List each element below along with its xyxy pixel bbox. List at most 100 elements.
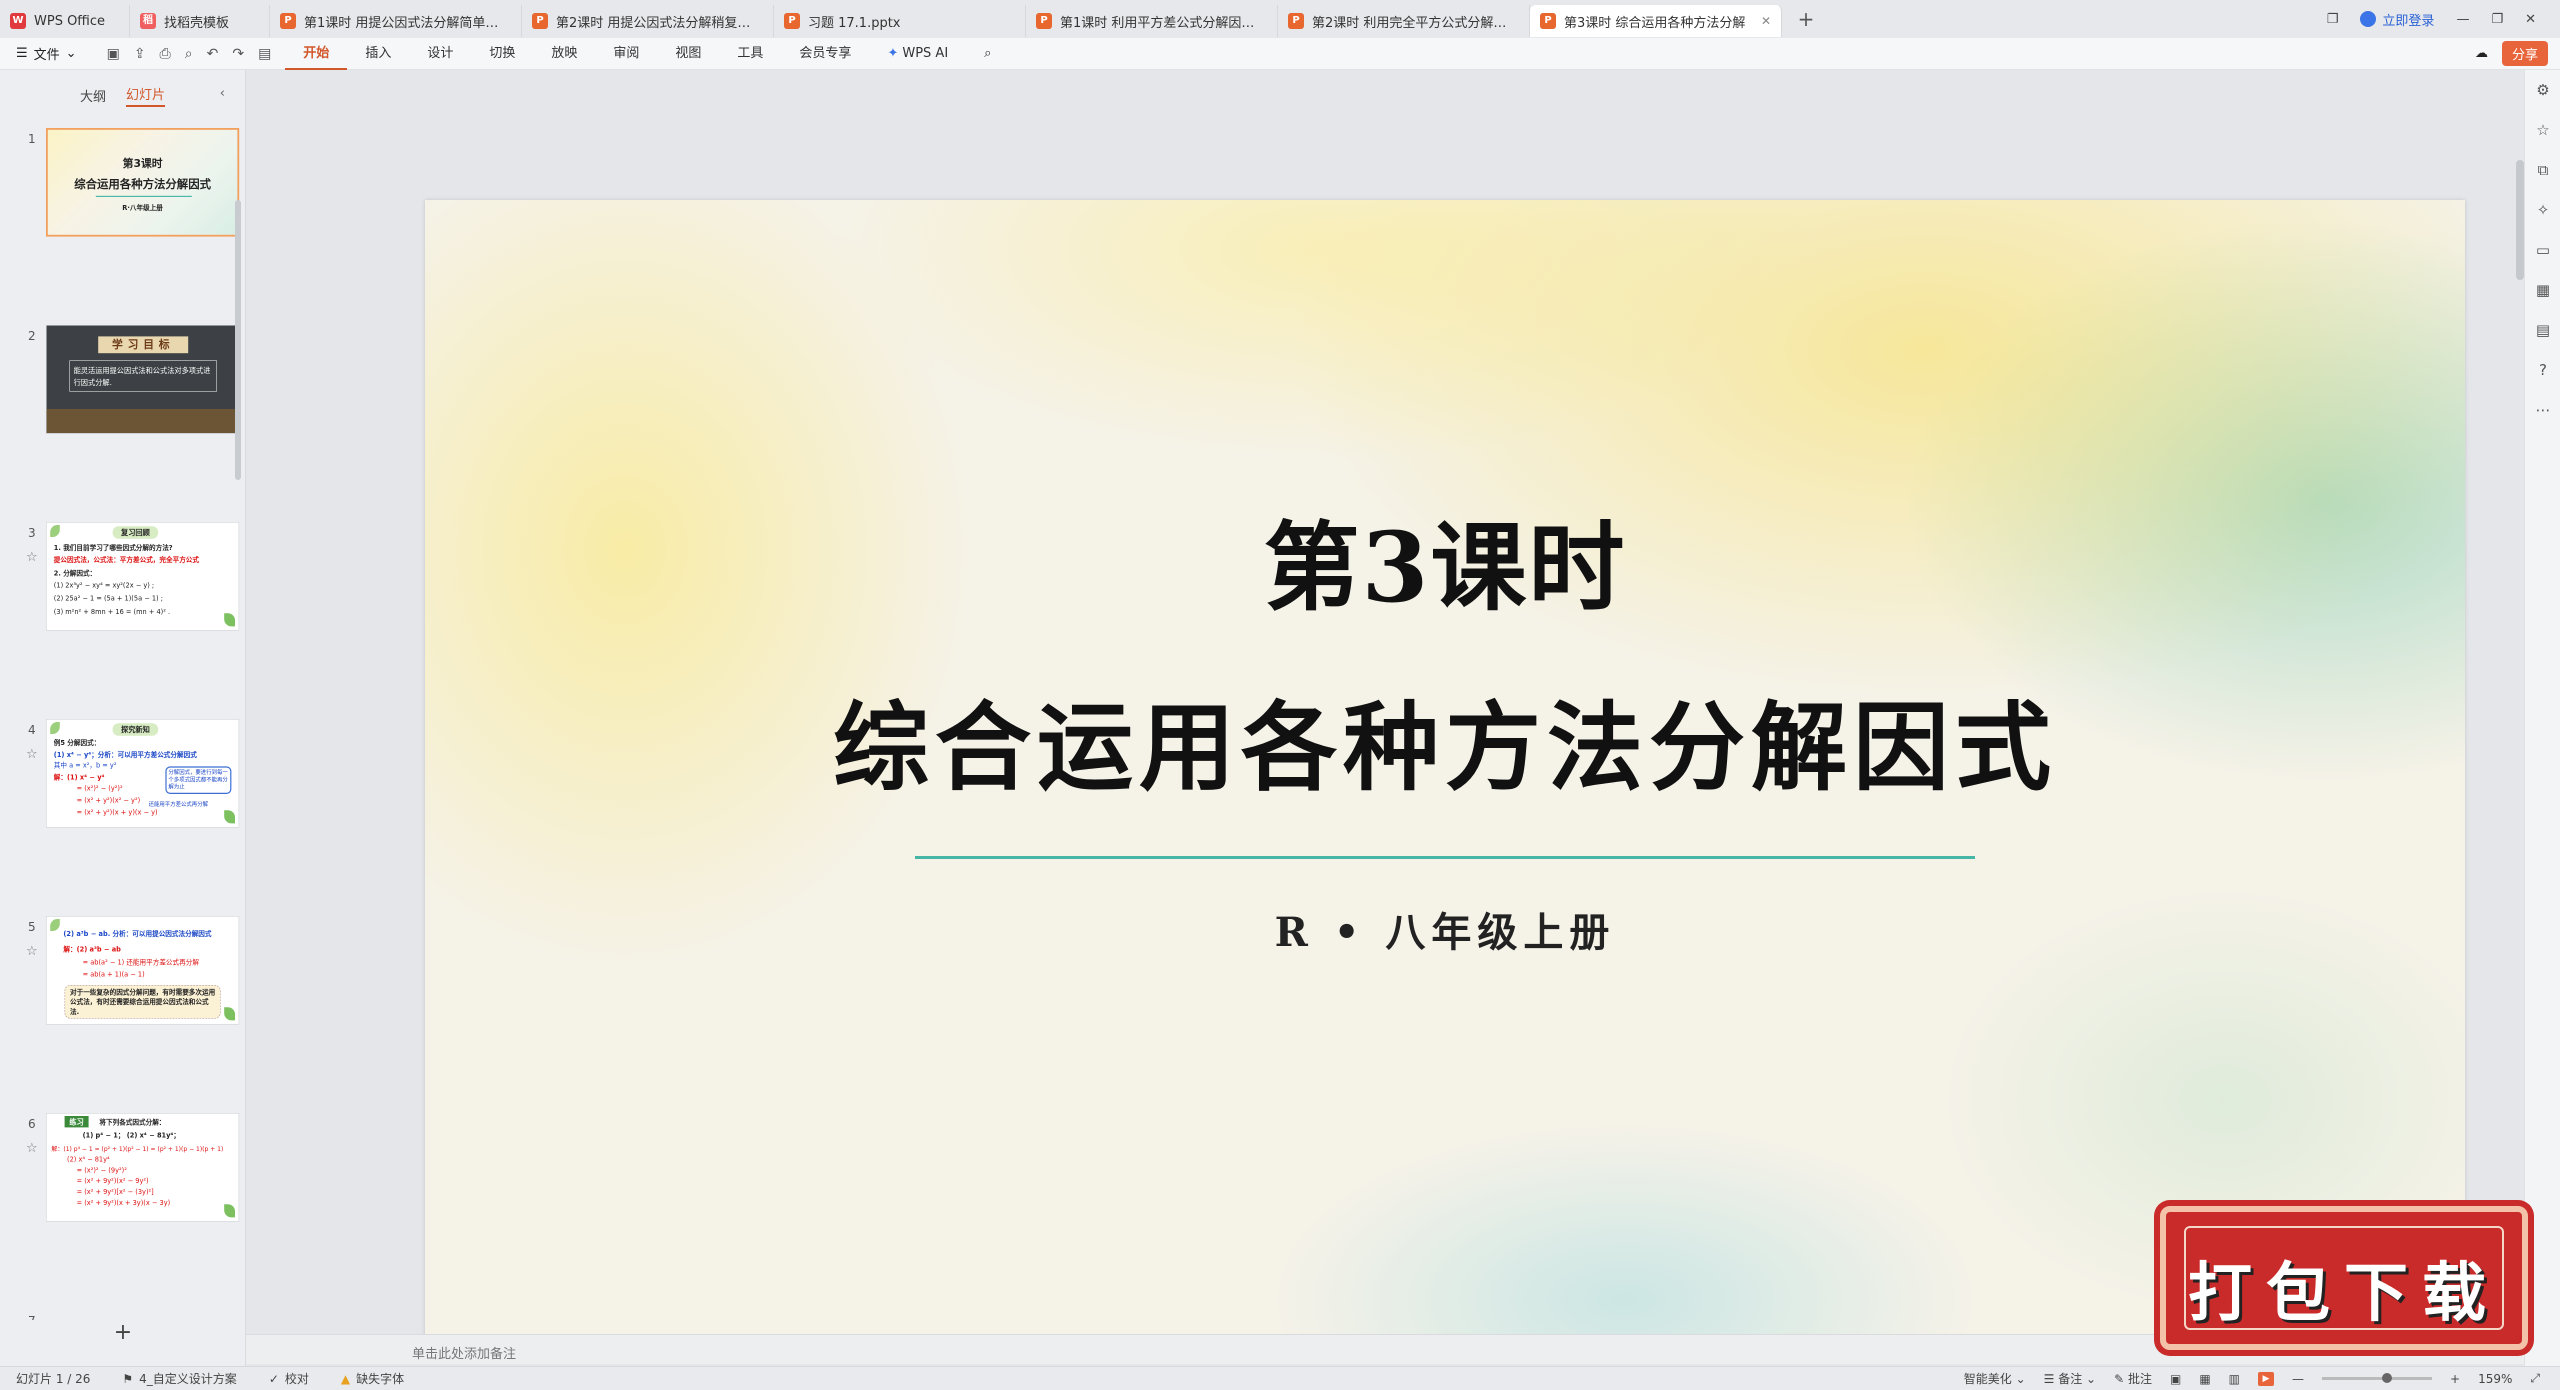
tab-document[interactable]: P 第2课时 利用完全平方公式分解因式.p (1278, 5, 1530, 37)
undo-icon[interactable]: ↶ (207, 46, 219, 62)
book-icon[interactable]: ▤ (2525, 310, 2560, 350)
menu-review[interactable]: 审阅 (595, 38, 657, 70)
tab-template[interactable]: 稻 找稻壳模板 (130, 5, 270, 37)
star-icon[interactable]: ☆ (26, 550, 38, 565)
download-badge[interactable]: 打包下载 (2160, 1206, 2528, 1350)
window-icon[interactable]: ❐ (2327, 12, 2339, 27)
close-window-icon[interactable]: ✕ (2525, 12, 2536, 27)
add-slide-button[interactable]: + (0, 1320, 246, 1345)
search-icon[interactable]: ⌕ (966, 38, 1009, 70)
slide-thumbnail[interactable]: 探究新知 例5 分解因式： (1) x⁴ − y⁴；分析：可以用平方差公式分解因… (46, 719, 240, 828)
maximize-icon[interactable]: ❐ (2491, 12, 2503, 27)
thumbnail-scrollbar[interactable] (235, 200, 241, 480)
reading-view-icon[interactable]: ▥ (2229, 1372, 2240, 1386)
theme-name[interactable]: ⚑ 4_自定义设计方案 (106, 1370, 252, 1387)
canvas-scrollbar[interactable] (2516, 160, 2524, 280)
smart-beautify-button[interactable]: 智能美化 ⌄ (1964, 1370, 2026, 1387)
tab-bar: W WPS Office 稻 找稻壳模板 P 第1课时 用提公因式法分解简单的因… (0, 0, 2560, 38)
tab-document[interactable]: P 第2课时 用提公因式法分解稍复杂的因式 (522, 5, 774, 37)
share-button[interactable]: 分享 (2501, 41, 2548, 66)
print-icon[interactable]: ⎙ (160, 46, 171, 62)
menu-insert[interactable]: 插入 (347, 38, 409, 70)
tab-document-active[interactable]: P 第3课时 综合运用各种方法分解 ✕ (1530, 5, 1782, 37)
shape-icon[interactable]: ▭ (2525, 230, 2560, 270)
save-icon[interactable]: ▣ (107, 46, 120, 62)
settings-icon[interactable]: ⚙ (2525, 70, 2560, 110)
menu-slideshow[interactable]: 放映 (533, 38, 595, 70)
slide-grade[interactable]: R • 八年级上册 (425, 900, 2465, 958)
zoom-knob[interactable] (2382, 1373, 2393, 1383)
menu-transition[interactable]: 切换 (471, 38, 533, 70)
ppt-icon: P (280, 13, 296, 29)
menu-member[interactable]: 会员专享 (781, 38, 869, 70)
proof-button[interactable]: ✓ 校对 (253, 1370, 325, 1387)
menu-tools[interactable]: 工具 (719, 38, 781, 70)
tab-document[interactable]: P 第1课时 用提公因式法分解简单的因式 (270, 5, 522, 37)
format-painter-icon[interactable]: ▤ (258, 46, 271, 62)
slide-thumbnail[interactable]: 第3课时 综合运用各种方法分解因式 R·八年级上册 (46, 128, 240, 237)
login-button[interactable]: 立即登录 (2360, 10, 2434, 29)
slide-count: 幻灯片 1 / 26 (16, 1372, 91, 1386)
zoom-level[interactable]: 159% (2478, 1372, 2512, 1386)
slide-thumbnail[interactable]: 练习 将下列各式因式分解： (1) p⁴ − 1； (2) x⁴ − 81y⁴；… (46, 1113, 240, 1222)
slide-thumbnail[interactable]: 复习回顾 1. 我们目前学习了哪些因式分解的方法? 提公因式法，公式法：平方差公… (46, 522, 240, 631)
slide-thumbnail[interactable]: (2) a³b − ab. 分析：可以用提公因式法分解因式 解：(2) a³b … (46, 916, 240, 1025)
new-tab-button[interactable]: + (1782, 7, 1830, 31)
menu-design[interactable]: 设计 (409, 38, 471, 70)
normal-view-icon[interactable]: ▣ (2170, 1372, 2181, 1386)
slide-divider (915, 856, 1975, 859)
fit-icon[interactable]: ⤢ (2530, 1371, 2540, 1386)
tab-wps-office[interactable]: W WPS Office (0, 5, 130, 37)
comment-button[interactable]: ✎ 批注 (2114, 1370, 2152, 1387)
slide-title[interactable]: 第3课时 (425, 490, 2465, 629)
cloud-icon[interactable]: ☁ (2475, 46, 2488, 61)
play-icon[interactable]: ▶ (2258, 1371, 2275, 1386)
more-icon[interactable]: ⋯ (2525, 390, 2560, 430)
tab-document[interactable]: P 第1课时 利用平方差公式分解因式.pptx (1026, 5, 1278, 37)
preview-icon[interactable]: ⌕ (185, 46, 193, 62)
zoom-out-icon[interactable]: — (2292, 1372, 2304, 1386)
ppt-icon: P (1036, 13, 1052, 29)
redo-icon[interactable]: ↷ (232, 46, 244, 62)
missing-font-button[interactable]: ▲ 缺失字体 (325, 1370, 420, 1387)
zoom-in-icon[interactable]: + (2450, 1372, 2460, 1386)
star-icon[interactable]: ☆ (26, 1141, 38, 1156)
tab-document[interactable]: P 习题 17.1.pptx (774, 5, 1026, 37)
minimize-icon[interactable]: — (2456, 12, 2469, 27)
current-slide[interactable]: 第3课时 综合运用各种方法分解因式 R • 八年级上册 (425, 200, 2465, 1346)
divider (95, 195, 192, 197)
star-icon[interactable]: ☆ (2525, 110, 2560, 150)
thumbnail-row: 4 ☆ 探究新知 例5 分解因式： (1) x⁴ − y⁴；分析：可以用平方差公… (0, 719, 246, 903)
menu-start[interactable]: 开始 (285, 38, 348, 70)
notes-button[interactable]: ☰ 备注 ⌄ (2044, 1370, 2096, 1387)
avatar-icon (2360, 11, 2377, 27)
collapse-panel-icon[interactable]: ‹ (220, 86, 225, 101)
zoom-slider[interactable] (2322, 1373, 2433, 1383)
right-sidebar: ⚙ ☆ ⧉ ✧ ▭ ▦ ▤ ? ⋯ (2524, 70, 2560, 1370)
slide-canvas: 第3课时 综合运用各种方法分解因式 R • 八年级上册 (246, 70, 2524, 1366)
image-icon[interactable]: ▦ (2525, 270, 2560, 310)
ppt-icon: P (1288, 13, 1304, 29)
star-icon[interactable]: ☆ (26, 944, 38, 959)
slide-subtitle[interactable]: 综合运用各种方法分解因式 (425, 670, 2465, 809)
template-icon: 稻 (140, 13, 156, 29)
sorter-view-icon[interactable]: ▦ (2199, 1372, 2210, 1386)
thumbnail-row: 7 (0, 1310, 246, 1320)
thumbnail-row: 3 ☆ 复习回顾 1. 我们目前学习了哪些因式分解的方法? 提公因式法，公式法：… (0, 522, 246, 706)
export-icon[interactable]: ⇪ (134, 46, 146, 62)
thumbnail-row: 6 ☆ 练习 将下列各式因式分解： (1) p⁴ − 1； (2) x⁴ − 8… (0, 1113, 246, 1297)
file-menu[interactable]: ☰ 文件 ⌄ (0, 44, 93, 63)
magic-icon[interactable]: ✧ (2525, 190, 2560, 230)
help-icon[interactable]: ? (2525, 350, 2560, 390)
copy-icon[interactable]: ⧉ (2525, 150, 2560, 190)
leaf-icon (50, 525, 60, 537)
tab-outline[interactable]: 大纲 (80, 86, 106, 105)
slide-thumbnail-panel: 大纲 幻灯片 ‹ 1 第3课时 综合运用各种方法分解因式 R·八年级上册 2 学… (0, 70, 246, 1370)
slide-thumbnail[interactable]: 学习目标 能灵活运用提公因式法和公式法对多项式进行因式分解. (46, 325, 240, 434)
tab-slides[interactable]: 幻灯片 (126, 84, 166, 107)
status-bar: 幻灯片 1 / 26 ⚑ 4_自定义设计方案 ✓ 校对 ▲ 缺失字体 智能美化 ⌄ ☰… (0, 1366, 2560, 1390)
menu-view[interactable]: 视图 (657, 38, 719, 70)
menu-wps-ai[interactable]: ✦ WPS AI (869, 38, 966, 70)
close-tab-icon[interactable]: ✕ (1755, 14, 1771, 28)
star-icon[interactable]: ☆ (26, 747, 38, 762)
